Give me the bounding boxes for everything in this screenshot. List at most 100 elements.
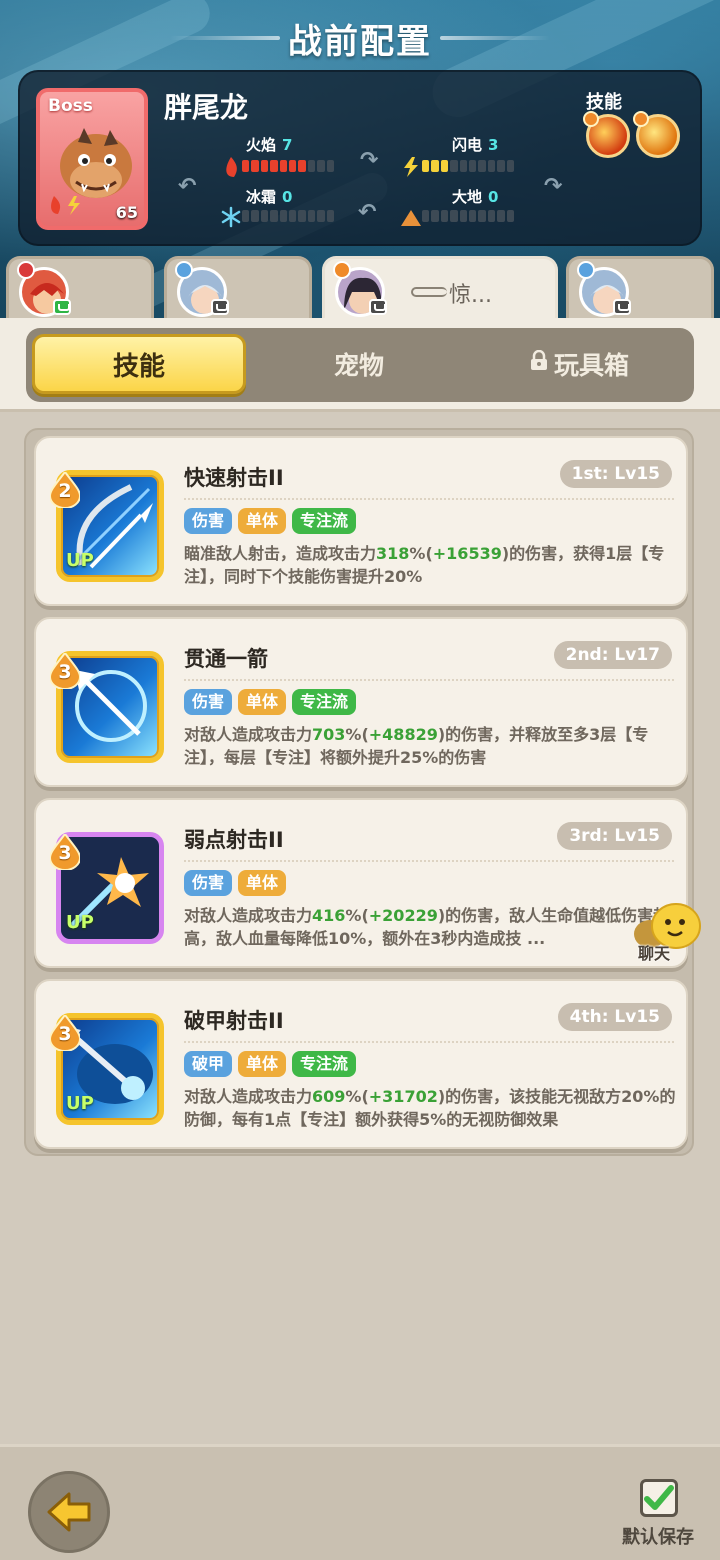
skill-title: 贯通一箭 — [184, 647, 268, 671]
skill-tags: 伤害 单体 — [184, 870, 287, 896]
skill-card[interactable]: 3 贯通一箭 2nd: Lv17 伤害 单体 专注流 对敌人造成攻击力703%(… — [34, 617, 688, 787]
snowflake-icon — [221, 206, 241, 228]
element-earth-label: 大地 — [452, 188, 483, 206]
cycle-arrow-icon: ↷ — [360, 148, 379, 173]
skill-tags: 伤害 单体 专注流 — [184, 689, 357, 715]
tab-skills[interactable]: 技能 — [32, 334, 246, 394]
hero-name: 惊... — [449, 283, 492, 308]
hero-name-ornament — [411, 287, 447, 297]
element-bar-segment — [478, 160, 486, 172]
hero-frost-badge-icon — [175, 261, 193, 279]
skill-tag: 单体 — [238, 870, 287, 896]
element-bar-segment — [260, 160, 269, 172]
hero-heart-badge-icon — [17, 261, 35, 279]
boss-portrait[interactable]: Boss 65 — [36, 88, 148, 230]
skill-tag: 伤害 — [184, 689, 233, 715]
skill-tag: 专注流 — [292, 689, 357, 715]
rank-number: 2 — [58, 480, 72, 502]
element-frost-value: 0 — [282, 188, 293, 206]
element-bar-segment — [459, 210, 468, 222]
skill-level-badge: 2nd: Lv17 — [553, 641, 672, 669]
element-bar-segment — [469, 210, 477, 222]
skill-tag: 专注流 — [292, 508, 357, 534]
hero-chat-icon — [369, 299, 387, 315]
element-bar-segment — [487, 160, 496, 172]
divider — [184, 498, 674, 500]
rank-number: 3 — [58, 842, 72, 864]
element-earth-value: 0 — [488, 188, 499, 206]
element-frost-bar — [242, 210, 335, 222]
divider — [184, 860, 674, 862]
boss-info-panel: Boss 65 胖尾龙 技能 火焰 7 闪电 3 冰霜 0 大地 0 ↷ ↷ ↶… — [18, 70, 702, 246]
element-thunder-label: 闪电 — [452, 136, 483, 154]
divider — [184, 1041, 674, 1043]
rank-number: 3 — [58, 1023, 72, 1045]
skill-card[interactable]: 3 UP 破甲射击II 4th: Lv15 破甲 单体 专注流 对敌人造成攻击力… — [34, 979, 688, 1149]
skill-tag: 伤害 — [184, 508, 233, 534]
skill-tag: 伤害 — [184, 870, 233, 896]
skill-tags: 伤害 单体 专注流 — [184, 508, 357, 534]
thunder-icon — [404, 157, 418, 177]
bottom-bar: 默认保存 — [0, 1444, 720, 1560]
element-frost: 冰霜 0 — [246, 186, 292, 207]
skill-title: 弱点射击II — [184, 828, 284, 852]
skill-level-badge: 3rd: Lv15 — [557, 822, 672, 850]
hero-fire-badge-icon — [333, 261, 351, 279]
hero-chat-icon — [211, 299, 229, 315]
skill-description: 对敌人造成攻击力703%(+48829)的伤害，并释放至多3层【专注】，每层【专… — [184, 725, 649, 767]
element-earth-bar — [422, 210, 515, 222]
cycle-arrow-icon: ↶ — [178, 174, 197, 199]
page-title: 战前配置 — [288, 22, 432, 62]
hero-chat-icon — [53, 299, 71, 315]
hero-tab-1[interactable] — [6, 256, 154, 320]
upgrade-tag: UP — [66, 912, 94, 933]
boss-element-icons — [46, 194, 90, 220]
boss-skill-claw-icon[interactable] — [633, 111, 680, 158]
element-bar-segment — [450, 210, 458, 222]
rank-number: 3 — [58, 661, 72, 683]
element-bar-segment — [497, 210, 505, 222]
element-thunder-bar — [422, 160, 515, 172]
element-bar-segment — [431, 210, 439, 222]
category-tab-bar: 技能 宠物 玩具箱 — [26, 328, 694, 402]
element-bar-segment — [260, 210, 269, 222]
save-default-checkbox[interactable] — [640, 1479, 678, 1517]
tab-toybox[interactable]: 玩具箱 — [554, 346, 629, 382]
element-bar-segment — [279, 160, 288, 172]
skill-level-badge: 1st: Lv15 — [559, 460, 672, 488]
tab-pets[interactable]: 宠物 — [334, 346, 384, 382]
category-tab-strip: 技能 宠物 玩具箱 — [0, 318, 720, 412]
lock-icon — [531, 350, 547, 370]
back-button[interactable] — [28, 1471, 110, 1553]
hero-tab-2[interactable] — [164, 256, 312, 320]
element-bar-segment — [431, 160, 439, 172]
skill-tag: 专注流 — [292, 1051, 357, 1077]
element-bar-segment — [326, 210, 335, 222]
element-earth: 大地 0 — [452, 186, 498, 207]
element-bar-segment — [270, 160, 278, 172]
element-thunder-value: 3 — [488, 136, 499, 154]
hero-frost-badge-icon — [577, 261, 595, 279]
save-default-label[interactable]: 默认保存 — [622, 1523, 694, 1549]
skill-description: 对敌人造成攻击力416%(+20229)的伤害，敌人生命值越低伤害越高，敌人血量… — [184, 906, 670, 948]
back-arrow-icon — [47, 1492, 91, 1532]
hero-tab-3-active[interactable]: 惊... — [322, 256, 558, 322]
skill-card[interactable]: 2 UP 快速射击II 1st: Lv15 伤害 单体 专注流 瞄准敌人射击，造… — [34, 436, 688, 606]
element-bar-segment — [242, 210, 250, 222]
chat-label[interactable]: 聊天 — [638, 940, 670, 964]
boss-skill-fire-icon[interactable] — [583, 111, 630, 158]
element-bar-segment — [469, 160, 477, 172]
element-bar-segment — [251, 160, 259, 172]
element-bar-segment — [422, 210, 430, 222]
boss-name: 胖尾龙 — [164, 91, 249, 124]
element-bar-segment — [440, 160, 449, 172]
boss-tag: Boss — [48, 96, 93, 116]
hero-tab-4[interactable] — [566, 256, 714, 320]
element-bar-segment — [251, 210, 259, 222]
skill-level-badge: 4th: Lv15 — [557, 1003, 672, 1031]
skill-card[interactable]: 3 UP 弱点射击II 3rd: Lv15 伤害 单体 对敌人造成攻击力416%… — [34, 798, 688, 968]
element-bar-segment — [459, 160, 468, 172]
fire-thunder-icon — [51, 196, 80, 215]
element-bar-segment — [270, 210, 278, 222]
element-frost-label: 冰霜 — [246, 188, 277, 206]
